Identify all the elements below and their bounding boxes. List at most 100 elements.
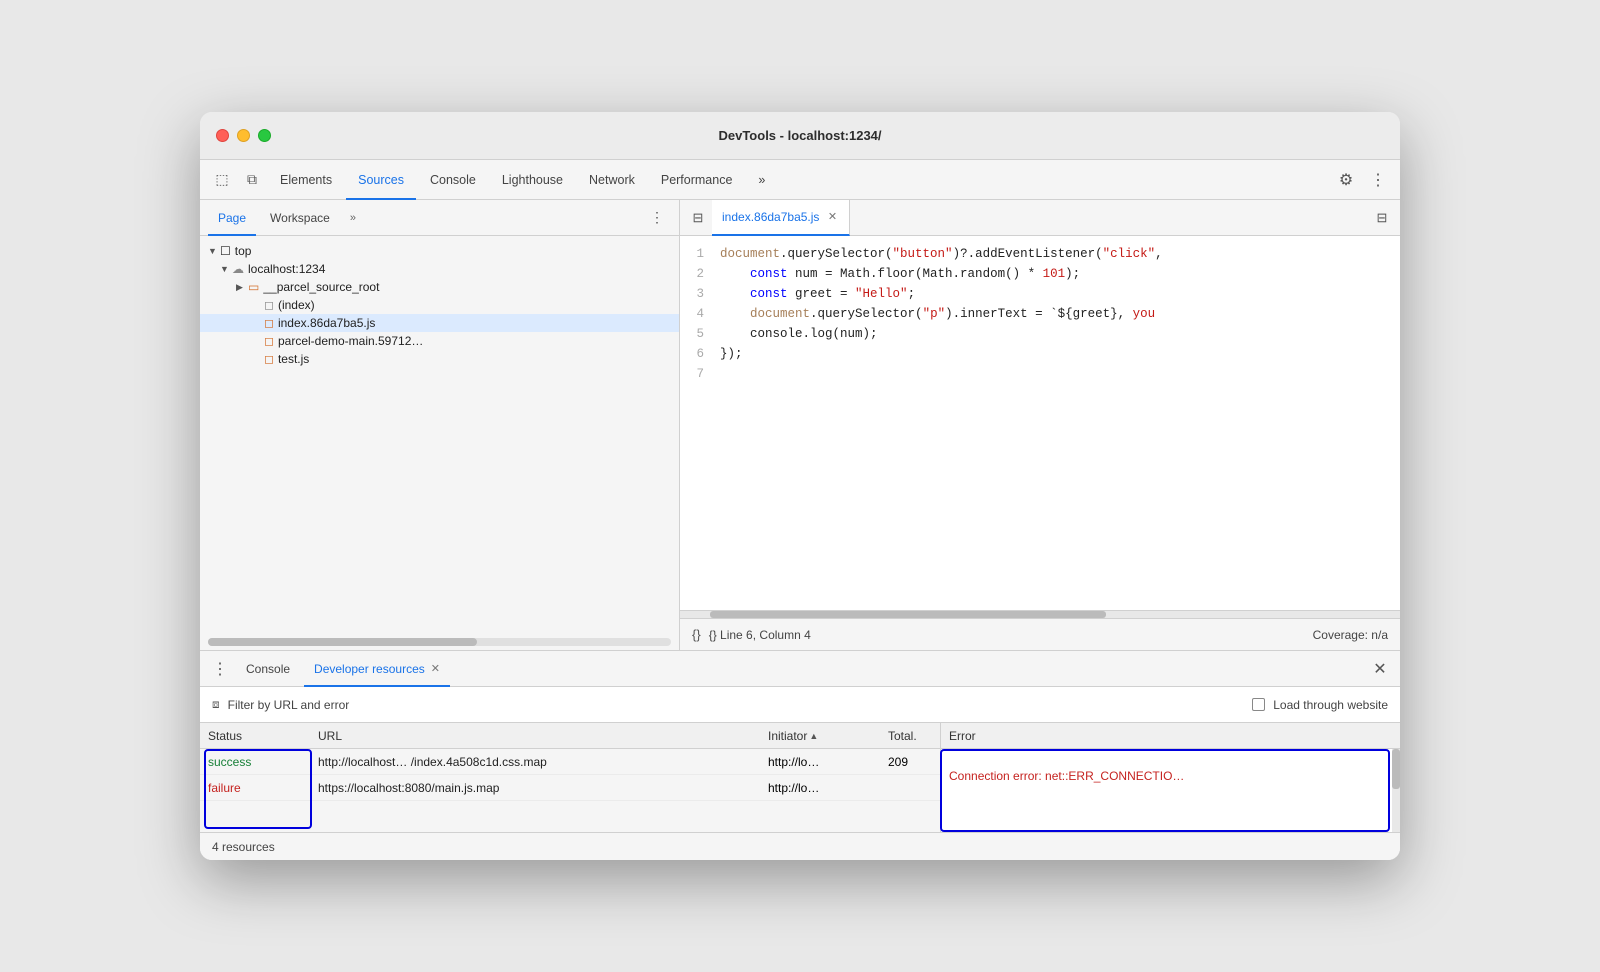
status-bar-right: Coverage: n/a <box>1313 628 1388 642</box>
minimize-button[interactable] <box>237 129 250 142</box>
sidebar-tab-actions: ⋮ <box>643 204 671 232</box>
sidebar-tab-more[interactable]: » <box>344 212 362 224</box>
code-line-6: 6 }); <box>680 344 1400 364</box>
error-row-1 <box>949 757 1392 765</box>
col-header-status[interactable]: Status <box>200 729 310 743</box>
tree-arrow-localhost: ▼ <box>220 264 232 274</box>
tree-item-top[interactable]: ▼ ☐ top <box>200 242 679 260</box>
close-button[interactable] <box>216 129 229 142</box>
error-panel-body: Connection error: net::ERR_CONNECTIO… <box>941 749 1400 832</box>
tree-item-test-js[interactable]: ◻ test.js <box>200 350 679 368</box>
tab-lighthouse[interactable]: Lighthouse <box>490 160 575 200</box>
editor-tab-close-icon[interactable]: ✕ <box>825 210 839 224</box>
main-content: Page Workspace » ⋮ ▼ ☐ top <box>200 200 1400 650</box>
code-scrollbar-thumb <box>710 611 1106 618</box>
tree-item-parcel-demo[interactable]: ◻ parcel-demo-main.59712… <box>200 332 679 350</box>
error-row-2: Connection error: net::ERR_CONNECTIO… <box>949 765 1392 787</box>
tab-console[interactable]: Console <box>418 160 488 200</box>
sidebar-tab-workspace[interactable]: Workspace <box>260 200 340 236</box>
sidebar-tab-page[interactable]: Page <box>208 200 256 236</box>
sidebar-scrollbar-thumb <box>208 638 477 646</box>
devtools-window: DevTools - localhost:1234/ ⬚ ⧉ Elements … <box>200 112 1400 860</box>
file-orange-icon-parcel-demo: ◻ <box>264 334 274 348</box>
filter-bar: ⧈ Filter by URL and error Load through w… <box>200 687 1400 723</box>
status-position: {} Line 6, Column 4 <box>709 628 811 642</box>
row-initiator-2: http://lo… <box>760 781 880 795</box>
code-line-1: 1 document.querySelector("button")?.addE… <box>680 244 1400 264</box>
folder-icon: ☐ <box>220 244 231 258</box>
resources-table[interactable]: Status URL Initiator ▲ Total. success <box>200 723 940 832</box>
col-header-initiator[interactable]: Initiator ▲ <box>760 729 880 743</box>
filter-icon: ⧈ <box>212 697 220 712</box>
editor-collapse-right-icon[interactable]: ⊟ <box>1370 206 1394 230</box>
row-status-success: success <box>200 755 310 769</box>
tree-label-localhost: localhost:1234 <box>248 262 325 276</box>
tree-arrow-top: ▼ <box>208 246 220 256</box>
row-initiator-1: http://lo… <box>760 755 880 769</box>
row-url-2: https://localhost:8080/main.js.map <box>310 781 760 795</box>
editor-tab-index-js[interactable]: index.86da7ba5.js ✕ <box>712 200 850 236</box>
tree-item-index[interactable]: ◻ (index) <box>200 296 679 314</box>
row-total-1: 209 <box>880 755 940 769</box>
error-panel-scrollbar[interactable] <box>1392 749 1400 832</box>
sidebar-menu-icon[interactable]: ⋮ <box>643 204 671 232</box>
row-url-1: http://localhost… /index.4a508c1d.css.ma… <box>310 755 760 769</box>
error-panel: Error Connection error: net::ERR_CONNECT… <box>940 723 1400 832</box>
col-header-total[interactable]: Total. <box>880 729 940 743</box>
code-line-4: 4 document.querySelector("p").innerText … <box>680 304 1400 324</box>
error-panel-scrollbar-thumb <box>1392 749 1400 789</box>
code-line-2: 2 const num = Math.floor(Math.random() *… <box>680 264 1400 284</box>
bottom-tab-developer-resources[interactable]: Developer resources ✕ <box>304 651 450 687</box>
format-icon[interactable]: {} <box>692 627 701 642</box>
editor-collapse-left-icon[interactable]: ⊟ <box>686 206 710 230</box>
settings-icon[interactable]: ⚙ <box>1332 166 1360 194</box>
bottom-panel-menu-icon[interactable]: ⋮ <box>208 657 232 681</box>
tab-more[interactable]: » <box>746 160 777 200</box>
tab-bar: ⬚ ⧉ Elements Sources Console Lighthouse … <box>200 160 1400 200</box>
coverage-label: Coverage: n/a <box>1313 628 1388 642</box>
error-panel-header: Error <box>941 723 1400 749</box>
maximize-button[interactable] <box>258 129 271 142</box>
code-editor[interactable]: 1 document.querySelector("button")?.addE… <box>680 236 1400 610</box>
resources-footer: 4 resources <box>200 832 1400 860</box>
bottom-tab-console[interactable]: Console <box>236 651 300 687</box>
tab-performance[interactable]: Performance <box>649 160 745 200</box>
editor-status-bar: {} {} Line 6, Column 4 Coverage: n/a <box>680 618 1400 650</box>
tree-label-top: top <box>235 244 252 258</box>
table-row[interactable]: failure https://localhost:8080/main.js.m… <box>200 775 940 801</box>
code-line-5: 5 console.log(num); <box>680 324 1400 344</box>
file-tree: ▼ ☐ top ▼ ☁ localhost:1234 ▶ ▭ __parcel_… <box>200 236 679 638</box>
table-row[interactable]: success http://localhost… /index.4a508c1… <box>200 749 940 775</box>
code-line-3: 3 const greet = "Hello"; <box>680 284 1400 304</box>
tree-item-localhost[interactable]: ▼ ☁ localhost:1234 <box>200 260 679 278</box>
tree-label-index: (index) <box>278 298 315 312</box>
tree-label-test-js: test.js <box>278 352 309 366</box>
device-icon[interactable]: ⧉ <box>238 166 266 194</box>
resources-area: Status URL Initiator ▲ Total. success <box>200 723 1400 832</box>
tree-item-parcel-root[interactable]: ▶ ▭ __parcel_source_root <box>200 278 679 296</box>
filter-right: Load through website <box>1252 698 1388 712</box>
editor-area: ⊟ index.86da7ba5.js ✕ ⊟ 1 document.query… <box>680 200 1400 650</box>
sidebar-scrollbar[interactable] <box>208 638 671 646</box>
tree-label-parcel-root: __parcel_source_root <box>263 280 379 294</box>
code-line-7: 7 <box>680 364 1400 384</box>
more-options-icon[interactable]: ⋮ <box>1364 166 1392 194</box>
col-header-url[interactable]: URL <box>310 729 760 743</box>
bottom-panel-close-icon[interactable]: ✕ <box>1368 657 1392 681</box>
status-bar-left: {} {} Line 6, Column 4 <box>692 627 811 642</box>
file-orange-icon-test-js: ◻ <box>264 352 274 366</box>
load-through-website-checkbox[interactable] <box>1252 698 1265 711</box>
code-scrollbar[interactable] <box>680 610 1400 618</box>
tab-network[interactable]: Network <box>577 160 647 200</box>
tab-elements[interactable]: Elements <box>268 160 344 200</box>
load-through-website-label: Load through website <box>1273 698 1388 712</box>
tree-label-parcel-demo: parcel-demo-main.59712… <box>278 334 423 348</box>
tab-sources[interactable]: Sources <box>346 160 416 200</box>
editor-tab-label: index.86da7ba5.js <box>722 210 819 224</box>
bottom-tab-close-icon[interactable]: ✕ <box>431 662 440 675</box>
window-title: DevTools - localhost:1234/ <box>718 128 881 143</box>
filter-label: Filter by URL and error <box>228 698 350 712</box>
sort-arrow-icon: ▲ <box>809 731 818 741</box>
tree-item-index-js[interactable]: ◻ index.86da7ba5.js <box>200 314 679 332</box>
inspect-icon[interactable]: ⬚ <box>208 166 236 194</box>
